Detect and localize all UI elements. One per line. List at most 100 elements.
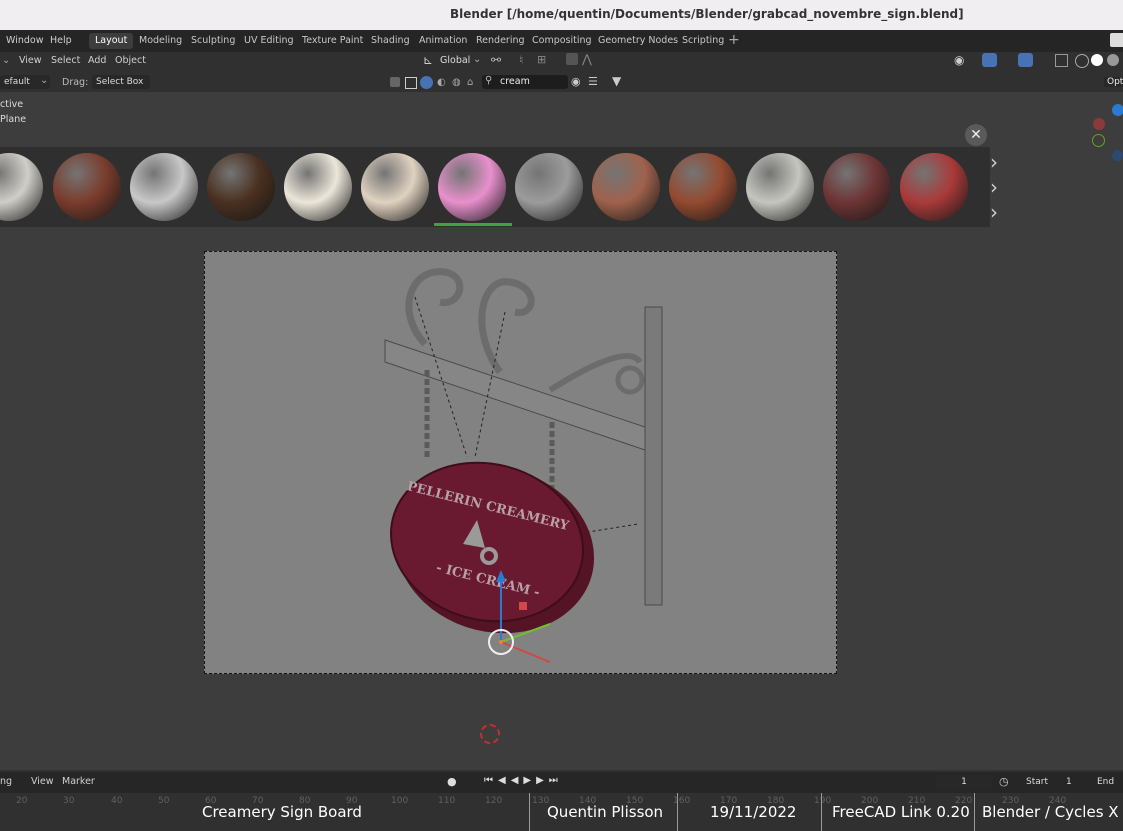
tab-modeling[interactable]: Modeling (133, 33, 188, 49)
xray-icon[interactable] (1055, 54, 1068, 67)
viewport-info-line1: ctive (0, 99, 24, 110)
gizmo-toggle-icon[interactable] (982, 53, 997, 67)
shading-material-icon[interactable] (1107, 54, 1119, 66)
scroll-right-icon[interactable]: › (990, 200, 998, 224)
tab-compositing[interactable]: Compositing (526, 33, 598, 49)
filter-scene-icon[interactable]: ◍ (452, 77, 461, 88)
material-thumb-7[interactable] (438, 153, 506, 221)
proportional-edit-icon[interactable] (566, 53, 578, 65)
axis-z-icon[interactable] (1112, 104, 1123, 116)
material-mode-icon[interactable] (390, 77, 400, 87)
orientation-dropdown[interactable]: Global (440, 55, 470, 66)
editor-type-chevron-icon[interactable]: ⌄ (2, 55, 10, 66)
tab-sculpting[interactable]: Sculpting (185, 33, 241, 49)
eye-icon[interactable]: ◉ (571, 75, 581, 88)
add-workspace-icon[interactable]: + (728, 32, 740, 48)
material-thumb-12[interactable] (823, 153, 891, 221)
gizmo-plane-handle-icon[interactable] (519, 602, 527, 610)
scroll-right-icon[interactable]: › (990, 175, 998, 199)
clock-icon[interactable]: ◷ (999, 775, 1009, 788)
shading-solid-icon[interactable] (1091, 54, 1103, 66)
caption-date: 19/11/2022 (710, 803, 797, 821)
visibility-icon[interactable]: ◉ (954, 53, 964, 67)
overlay-toggle-icon[interactable] (1018, 53, 1033, 67)
viewport-menu-add[interactable]: Add (88, 55, 106, 66)
mode-chevron-icon: ⌄ (40, 75, 49, 86)
material-thumb-5[interactable] (284, 153, 352, 221)
scroll-right-icon[interactable]: › (990, 150, 998, 174)
ruler-tick: 110 (438, 796, 456, 806)
filter-object-icon[interactable] (405, 77, 417, 89)
timeline-menu-marker[interactable]: Marker (62, 776, 95, 787)
tab-texture-paint[interactable]: Texture Paint (296, 33, 369, 49)
ruler-tick: 40 (111, 796, 123, 806)
caption-divider (821, 793, 822, 831)
timeline-menu-playback[interactable]: ng (0, 776, 12, 787)
scene-selector-icon[interactable] (1110, 33, 1123, 47)
menu-window[interactable]: Window (6, 35, 43, 46)
3d-cursor-icon[interactable] (480, 724, 500, 744)
record-icon[interactable]: ● (447, 775, 457, 788)
falloff-icon[interactable]: ⋀ (582, 52, 592, 66)
snap-target-icon[interactable]: ⊞ (537, 53, 546, 66)
caption-tool: FreeCAD Link 0.20 (832, 803, 970, 821)
material-thumb-6[interactable] (361, 153, 429, 221)
transform-orientation-icon[interactable]: ⊾ (423, 53, 433, 67)
close-icon[interactable]: ✕ (965, 124, 987, 146)
menu-help[interactable]: Help (50, 35, 72, 46)
top-menu-bar: Window Help Layout Modeling Sculpting UV… (0, 30, 1123, 52)
tab-animation[interactable]: Animation (413, 33, 473, 49)
material-thumb-4[interactable] (207, 153, 275, 221)
material-thumb-10[interactable] (669, 153, 737, 221)
orientation-chevron-icon: ⌄ (473, 54, 482, 65)
tab-rendering[interactable]: Rendering (470, 33, 531, 49)
material-thumb-9[interactable] (592, 153, 660, 221)
sign-post (644, 306, 663, 606)
tab-uv-editing[interactable]: UV Editing (238, 33, 300, 49)
material-thumb-3[interactable] (130, 153, 198, 221)
material-search-field[interactable]: ⚲ cream (482, 75, 568, 89)
scroll-left (405, 268, 464, 347)
axis-y-icon[interactable] (1092, 134, 1105, 147)
tab-geometry-nodes[interactable]: Geometry Nodes (592, 33, 684, 49)
material-thumb-13[interactable] (900, 153, 968, 221)
ruler-tick: 50 (158, 796, 170, 806)
axis-neg-z-icon[interactable] (1112, 150, 1123, 161)
caption-divider (677, 793, 678, 831)
origin-dot (499, 640, 503, 644)
material-thumb-8[interactable] (515, 153, 583, 221)
snap-icon[interactable]: ♮ (519, 53, 523, 67)
ruler-tick: 30 (63, 796, 75, 806)
ruler-tick: 100 (391, 796, 409, 806)
filter-world-icon[interactable]: ◐ (437, 77, 446, 88)
filter-render-icon[interactable]: ⌂ (467, 77, 473, 88)
search-icon: ⚲ (485, 75, 493, 86)
tool-settings-header: efault ⌄ Drag: Select Box ◐ ◍ ⌂ ⚲ cream … (0, 72, 1123, 92)
scene-render: PELLERIN CREAMERY - ICE CREAM - (384, 268, 663, 663)
start-label: Start (1026, 777, 1048, 787)
options-button[interactable]: Opt (1104, 77, 1123, 87)
tab-shading[interactable]: Shading (365, 33, 416, 49)
playback-controls-icon[interactable]: ⏮◀◀▶▶⏭ (484, 775, 563, 786)
filter-materials-icon[interactable] (420, 76, 433, 89)
drag-label: Drag: (62, 77, 89, 88)
viewport-menu-object[interactable]: Object (115, 55, 146, 66)
window-titlebar: Blender [/home/quentin/Documents/Blender… (0, 0, 1123, 30)
axis-neg-x-icon[interactable] (1093, 118, 1105, 130)
timeline-menu-view[interactable]: View (31, 776, 54, 787)
shading-wireframe-icon[interactable] (1075, 54, 1089, 68)
ruler-tick: 120 (485, 796, 503, 806)
material-thumb-11[interactable] (746, 153, 814, 221)
pivot-icon[interactable]: ⚯ (491, 53, 501, 67)
viewport-menu-select[interactable]: Select (51, 55, 80, 66)
current-frame-field[interactable]: 1 (935, 775, 993, 789)
viewport-menu-view[interactable]: View (19, 55, 42, 66)
camera-frame: PELLERIN CREAMERY - ICE CREAM - (204, 251, 837, 674)
tab-scripting[interactable]: Scripting (676, 33, 730, 49)
sort-icon[interactable]: ☰ (588, 75, 598, 88)
material-thumb-2[interactable] (53, 153, 121, 221)
tab-layout[interactable]: Layout (89, 33, 134, 49)
filter-icon[interactable]: ▼ (612, 74, 621, 88)
drag-select-dropdown[interactable]: Select Box (92, 75, 150, 89)
start-value[interactable]: 1 (1066, 777, 1072, 787)
